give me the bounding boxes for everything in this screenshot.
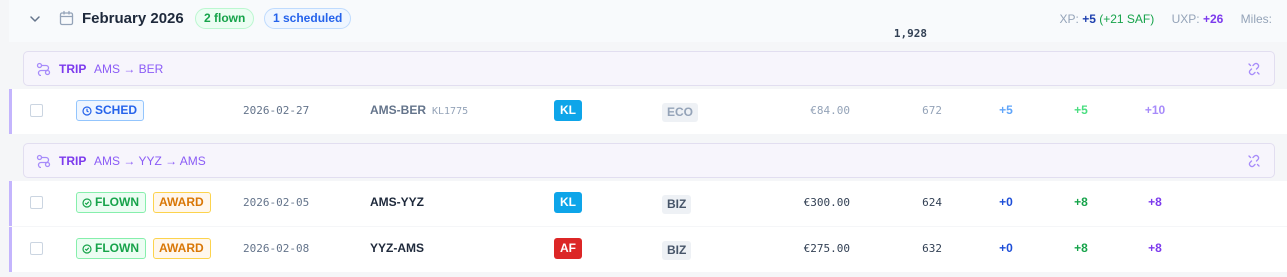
route-icon xyxy=(36,62,51,76)
airline-badge: KL xyxy=(554,100,582,121)
award-badge: AWARD xyxy=(153,192,211,213)
flight-date: 2026-02-05 xyxy=(243,196,310,209)
flight-row[interactable]: SCHED 2026-02-27 AMS-BER KL1775 KL ECO €8… xyxy=(9,89,1287,134)
route-code: YYZ-AMS xyxy=(370,241,424,255)
status-badge: FLOWN xyxy=(76,192,146,213)
status-label: FLOWN xyxy=(95,241,139,255)
trip-label: TRIP xyxy=(59,154,87,168)
flight-row[interactable]: FLOWN AWARD 2026-02-08 YYZ-AMS AF BIZ €2… xyxy=(9,227,1287,272)
row-checkbox[interactable] xyxy=(30,242,43,255)
flight-miles: 624 xyxy=(922,196,942,209)
trip-route: AMS → YYZ → AMS xyxy=(94,154,206,168)
flight-route: YYZ-AMS xyxy=(370,241,424,255)
trip-route: AMS → BER xyxy=(94,62,164,76)
route-code: AMS-BER xyxy=(370,103,426,117)
uxp-earned: +8 xyxy=(1148,241,1162,255)
uxp-earned: +8 xyxy=(1148,195,1162,209)
calendar-icon xyxy=(59,10,74,26)
xp-earned: +0 xyxy=(999,195,1013,209)
flight-price: €300.00 xyxy=(803,196,850,209)
miles-label: Miles: xyxy=(1240,12,1272,26)
check-circle-icon xyxy=(82,244,92,254)
row-accent xyxy=(9,181,12,226)
xp-label: XP: xyxy=(1059,12,1079,26)
flight-price: €84.00 xyxy=(810,104,850,117)
clock-icon xyxy=(82,106,92,116)
status-label: FLOWN xyxy=(95,195,139,209)
unlink-icon[interactable] xyxy=(1247,62,1261,76)
flight-route: AMS-BER KL1775 xyxy=(370,103,468,117)
chevron-down-icon[interactable] xyxy=(28,12,42,26)
flight-date: 2026-02-08 xyxy=(243,242,310,255)
row-accent xyxy=(9,227,12,272)
uxp-label: UXP: xyxy=(1171,12,1200,26)
flight-row[interactable]: FLOWN AWARD 2026-02-05 AMS-YYZ KL BIZ €3… xyxy=(9,181,1287,226)
row-checkbox[interactable] xyxy=(30,196,43,209)
uxp-earned: +10 xyxy=(1144,103,1166,117)
xp-saf-value: (+21 SAF) xyxy=(1099,12,1155,26)
uxp-value: +26 xyxy=(1202,12,1224,26)
month-title: February 2026 xyxy=(82,10,184,27)
flight-miles: 632 xyxy=(922,242,942,255)
trip-header[interactable]: TRIP AMS → BER xyxy=(23,51,1275,86)
flight-date: 2026-02-27 xyxy=(243,104,310,117)
trip-header[interactable]: TRIP AMS → YYZ → AMS xyxy=(23,143,1275,178)
airline-badge: KL xyxy=(554,192,582,213)
route-code: AMS-YYZ xyxy=(370,195,424,209)
row-checkbox[interactable] xyxy=(30,104,43,117)
miles-value: 1,928 xyxy=(893,27,927,40)
cabin-badge: BIZ xyxy=(662,241,692,260)
flown-count-badge: 2 flown xyxy=(195,8,255,29)
flight-price: €275.00 xyxy=(803,242,850,255)
status-badge: SCHED xyxy=(76,100,145,121)
flight-miles: 672 xyxy=(922,104,942,117)
flight-number: KL1775 xyxy=(432,106,469,117)
xp-earned: +0 xyxy=(999,241,1013,255)
xp-earned: +5 xyxy=(999,103,1013,117)
saf-xp-earned: +8 xyxy=(1074,195,1088,209)
award-badge: AWARD xyxy=(153,238,211,259)
route-icon xyxy=(36,154,51,168)
unlink-icon[interactable] xyxy=(1247,154,1261,168)
flight-route: AMS-YYZ xyxy=(370,195,424,209)
scheduled-count-badge: 1 scheduled xyxy=(264,8,352,29)
saf-xp-earned: +8 xyxy=(1074,241,1088,255)
check-circle-icon xyxy=(82,198,92,208)
saf-xp-earned: +5 xyxy=(1074,103,1088,117)
status-label: SCHED xyxy=(95,103,138,117)
month-stats: XP: +5 (+21 SAF) UXP: +26 Miles: 1,928 xyxy=(894,12,1272,40)
cabin-badge: ECO xyxy=(662,103,699,122)
row-accent xyxy=(9,89,12,134)
trip-label: TRIP xyxy=(59,62,87,76)
month-header[interactable]: February 2026 2 flown 1 scheduled XP: +5… xyxy=(9,0,1287,42)
cabin-badge: BIZ xyxy=(662,195,692,214)
airline-badge: AF xyxy=(554,238,582,259)
xp-value: +5 xyxy=(1082,12,1096,26)
status-badge: FLOWN xyxy=(76,238,146,259)
